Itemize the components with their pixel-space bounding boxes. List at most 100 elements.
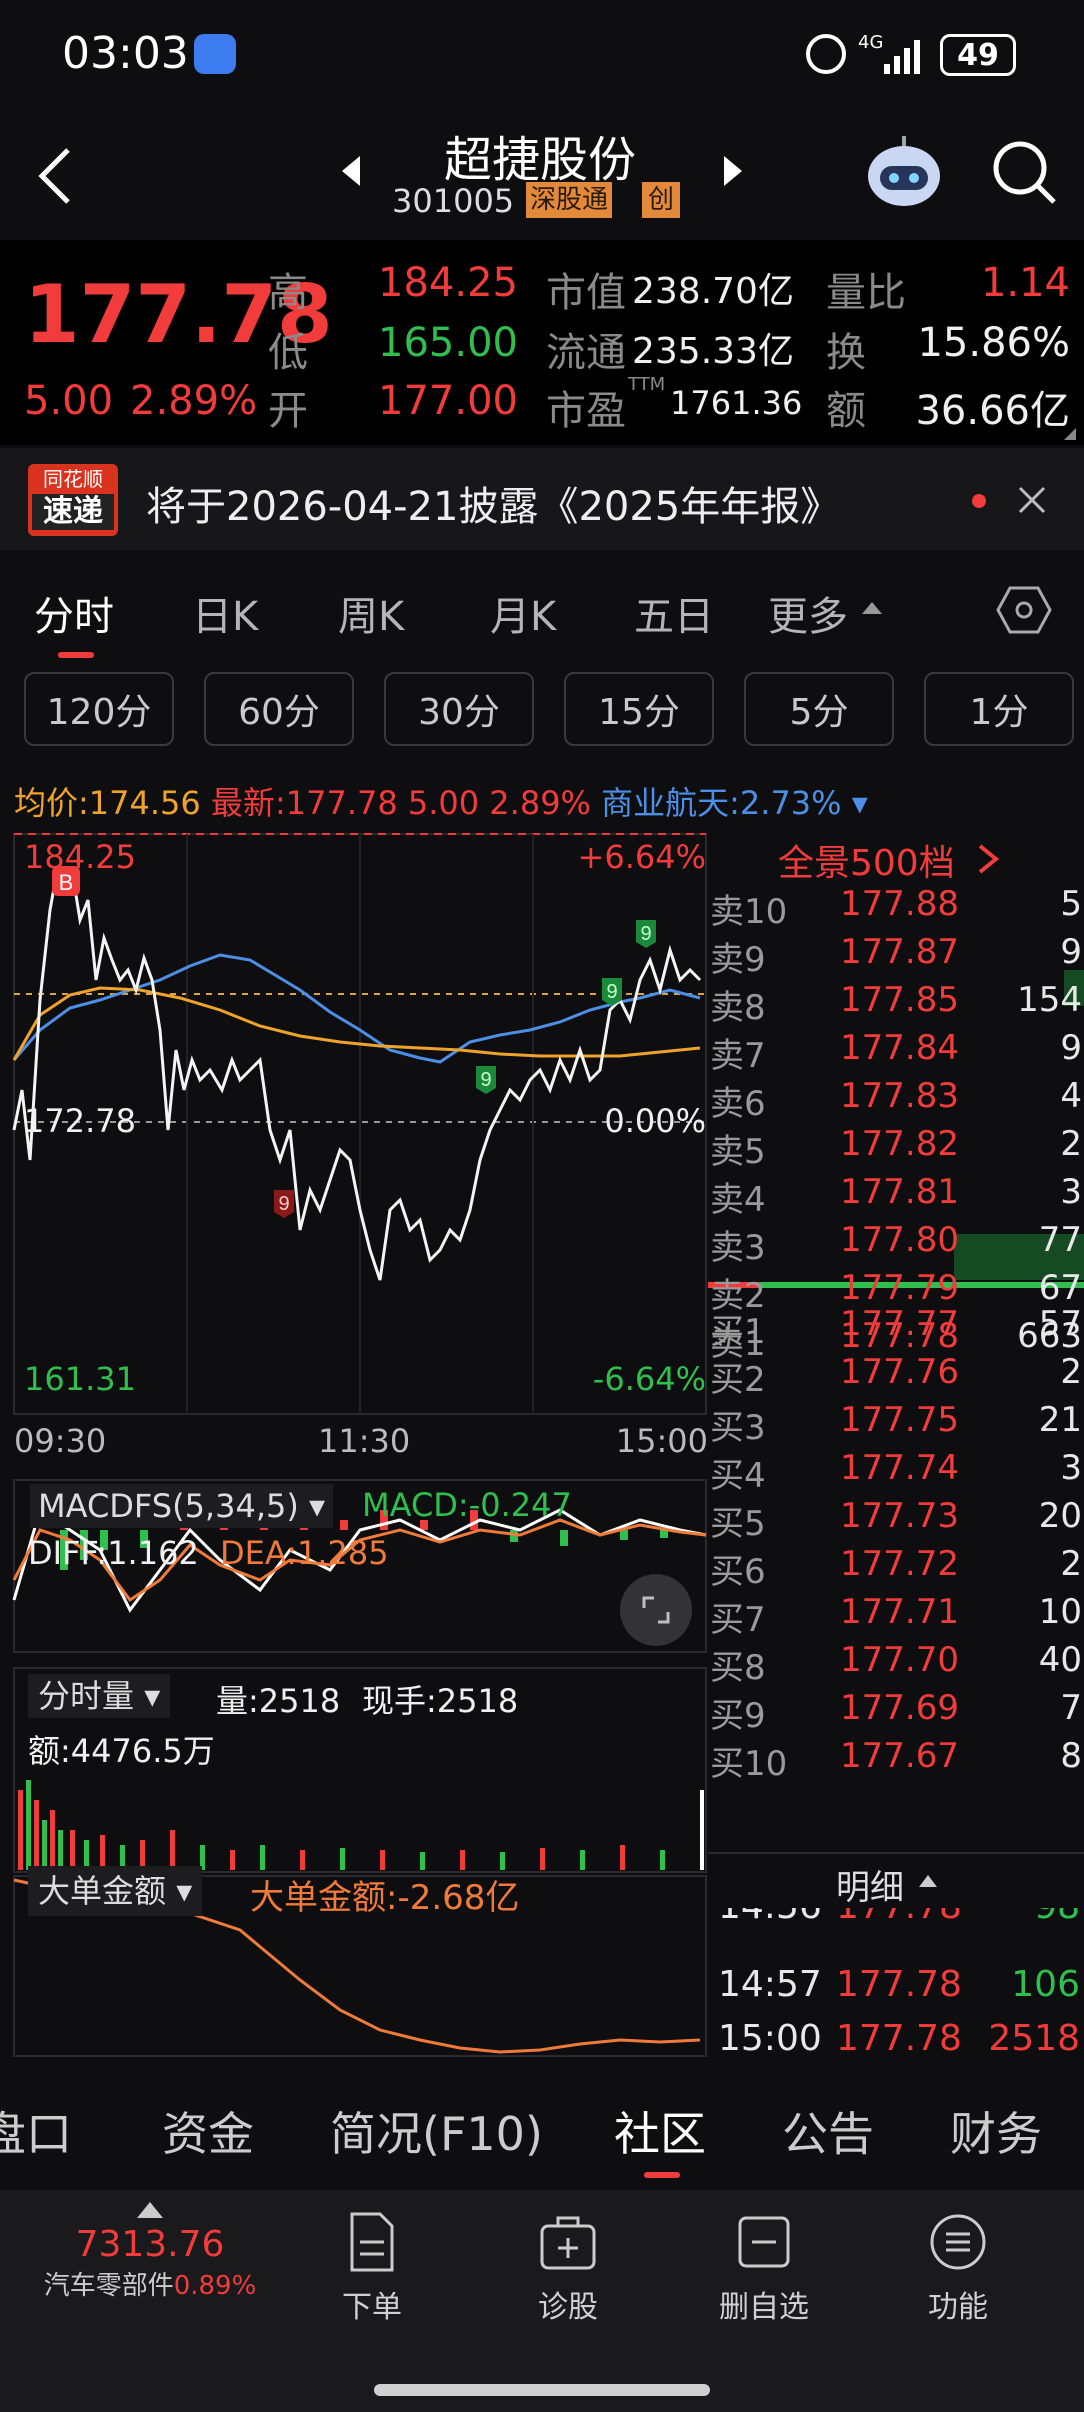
- buy-level-label: 买9: [710, 1696, 766, 1736]
- settings-hexagon-icon[interactable]: [996, 584, 1052, 636]
- fullscreen-button[interactable]: [620, 1574, 692, 1646]
- buy-row[interactable]: 买7 177.71 10: [708, 1592, 1084, 1640]
- price-change-pct: 2.89%: [130, 378, 258, 424]
- buy-row[interactable]: 买2 177.76 2: [708, 1352, 1084, 1400]
- sell-level-label: 卖6: [710, 1084, 766, 1124]
- macd-selector[interactable]: MACDFS(5,34,5) ▾: [30, 1484, 334, 1528]
- low-label: 低: [268, 330, 308, 376]
- sell-volume: 9: [1060, 1028, 1082, 1068]
- expand-quote-icon[interactable]: [1060, 428, 1076, 440]
- turnover-value: 15.86%: [917, 320, 1070, 366]
- big-order-selector[interactable]: 大单金额 ▾: [28, 1866, 203, 1916]
- period-30m-button[interactable]: 30分: [384, 672, 534, 746]
- intraday-chart[interactable]: B 9 9 9 9 184.25 +6.64% 172.78 0.00% 161…: [0, 830, 710, 2060]
- pe-label: 市盈: [546, 388, 626, 434]
- period-5m-button[interactable]: 5分: [744, 672, 894, 746]
- sell-price: 177.80: [840, 1220, 959, 1260]
- tab-intraday[interactable]: 分时: [34, 584, 114, 642]
- tab-order-book[interactable]: 盘口: [0, 2098, 72, 2164]
- sell-row[interactable]: 卖6 177.83 4: [708, 1076, 1084, 1124]
- sell-volume: 67: [1038, 1268, 1082, 1308]
- tab-daily-k[interactable]: 日K: [192, 584, 258, 642]
- buy-volume: 10: [1038, 1592, 1082, 1632]
- period-60m-button[interactable]: 60分: [204, 672, 354, 746]
- buy-row[interactable]: 买6 177.72 2: [708, 1544, 1084, 1592]
- buy-row[interactable]: 买9 177.69 7: [708, 1688, 1084, 1736]
- amount-value: 36.66亿: [915, 388, 1070, 434]
- volume-value: 量:2518: [216, 1682, 341, 1720]
- tab-funds[interactable]: 资金: [162, 2098, 254, 2164]
- back-icon[interactable]: [36, 146, 76, 206]
- sector-index-widget[interactable]: 7313.76 汽车零部件0.89%: [30, 2200, 270, 2302]
- tab-financials[interactable]: 财务: [950, 2098, 1042, 2164]
- period-120m-button[interactable]: 120分: [24, 672, 174, 746]
- home-indicator[interactable]: [374, 2384, 710, 2396]
- buy-row[interactable]: 买5 177.73 20: [708, 1496, 1084, 1544]
- search-icon[interactable]: [990, 138, 1060, 208]
- detail-caret-up-icon[interactable]: [918, 1874, 938, 1888]
- tab-weekly-k[interactable]: 周K: [338, 584, 404, 642]
- tab-five-day[interactable]: 五日: [634, 584, 714, 642]
- sell-row[interactable]: 卖5 177.82 2: [708, 1124, 1084, 1172]
- tab-profile-f10[interactable]: 简况(F10): [330, 2098, 543, 2164]
- chart-tabs: 分时 日K 周K 月K 五日 更多: [0, 560, 1084, 660]
- dock-functions-button[interactable]: 功能: [878, 2210, 1038, 2326]
- sell-volume: 154: [1017, 980, 1082, 1020]
- macd-dropdown-icon: ▾: [309, 1487, 326, 1525]
- close-icon[interactable]: [1016, 484, 1048, 516]
- sell-level-label: 卖10: [710, 892, 788, 932]
- orderbook-title[interactable]: 全景500档: [778, 834, 955, 886]
- sell-row[interactable]: 卖4 177.81 3: [708, 1172, 1084, 1220]
- nine-signal-text-2: 9: [606, 981, 617, 1003]
- volume-selector[interactable]: 分时量 ▾: [28, 1674, 171, 1718]
- buy-price: 177.77: [840, 1304, 959, 1344]
- sector-dropdown-icon[interactable]: ▾: [852, 784, 868, 822]
- sell-row[interactable]: 卖8 177.85 154: [708, 980, 1084, 1028]
- trade-row: 15:00 177.78 2518: [708, 2018, 1084, 2068]
- latest-value: 177.78: [285, 784, 398, 822]
- pct-mid-label: 0.00%: [604, 1102, 706, 1140]
- period-15m-button[interactable]: 15分: [564, 672, 714, 746]
- open-value: 177.00: [378, 378, 518, 424]
- dock-order-button[interactable]: 下单: [292, 2210, 452, 2326]
- high-value: 184.25: [378, 260, 518, 306]
- news-banner[interactable]: 同花顺 速递 将于2026-04-21披露《2025年年报》: [0, 448, 1084, 550]
- quote-panel: 177.78 5.00 2.89% 高 低 开 184.25 165.00 17…: [0, 240, 1084, 445]
- buy-row[interactable]: 买4 177.74 3: [708, 1448, 1084, 1496]
- buy-level-label: 买4: [710, 1456, 766, 1496]
- mcap-value: 238.70亿: [632, 271, 794, 312]
- price-line: [12, 865, 702, 1281]
- dock-diagnose-button[interactable]: 诊股: [488, 2210, 648, 2326]
- prev-stock-icon[interactable]: [340, 154, 362, 188]
- tab-monthly-k[interactable]: 月K: [490, 584, 556, 642]
- buy-row[interactable]: 买3 177.75 21: [708, 1400, 1084, 1448]
- trade-volume: 106: [1011, 1964, 1080, 2005]
- chevron-right-icon[interactable]: [976, 842, 1000, 876]
- dock-remove-watch-button[interactable]: 删自选: [684, 2210, 844, 2326]
- robot-assistant-icon[interactable]: [862, 130, 946, 214]
- detail-tab[interactable]: 明细: [836, 1860, 904, 1909]
- buy-level-label: 买8: [710, 1648, 766, 1688]
- tab-announcements[interactable]: 公告: [782, 2098, 874, 2164]
- sell-row[interactable]: 卖7 177.84 9: [708, 1028, 1084, 1076]
- medical-kit-icon: [540, 2216, 596, 2270]
- tab-community[interactable]: 社区: [614, 2098, 706, 2164]
- sell-row[interactable]: 卖3 177.80 77: [708, 1220, 1084, 1268]
- sell-level-label: 卖3: [710, 1228, 766, 1268]
- buy-row[interactable]: 买1 177.77 57: [708, 1304, 1084, 1352]
- sell-price: 177.81: [840, 1172, 959, 1212]
- next-stock-icon[interactable]: [722, 154, 744, 188]
- sell-row[interactable]: 卖10 177.88 5: [708, 884, 1084, 932]
- buy-price: 177.72: [840, 1544, 959, 1584]
- period-1m-button[interactable]: 1分: [924, 672, 1074, 746]
- sell-row[interactable]: 卖9 177.87 9: [708, 932, 1084, 980]
- pe-value: 1761.36: [670, 384, 803, 422]
- buy-row[interactable]: 买10 177.67 8: [708, 1736, 1084, 1784]
- sector-change[interactable]: 商业航天:2.73%: [601, 784, 841, 822]
- volume-dropdown-icon: ▾: [144, 1677, 161, 1715]
- connect-badge: 深股通: [526, 182, 613, 218]
- buy-row[interactable]: 买8 177.70 40: [708, 1640, 1084, 1688]
- tab-more[interactable]: 更多: [768, 584, 848, 642]
- detail-divider: [708, 1852, 1084, 1854]
- vol-ratio-value: 1.14: [980, 260, 1070, 306]
